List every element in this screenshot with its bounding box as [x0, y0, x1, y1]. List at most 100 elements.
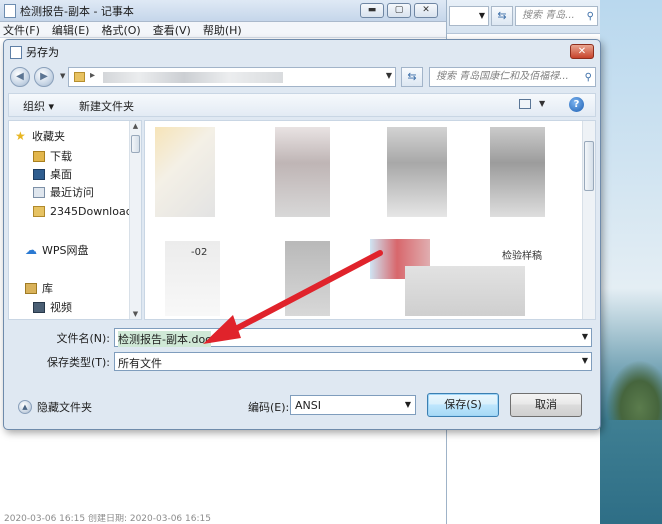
dialog-icon	[10, 45, 22, 59]
dialog-toolbar: 组织 ▾ 新建文件夹 ▼ ?	[8, 93, 596, 117]
explorer-refresh-button[interactable]: ⇆	[491, 6, 513, 26]
file-thumbnail[interactable]	[405, 266, 525, 316]
back-arrow-icon: ◀	[16, 71, 24, 82]
sidebar-item-label: 库	[42, 282, 53, 295]
organize-button[interactable]: 组织 ▾	[23, 98, 54, 114]
forward-button[interactable]: ▶	[34, 67, 54, 87]
menu-edit[interactable]: 编辑(E)	[52, 22, 90, 38]
sidebar-item-label: 2345Downloads	[50, 204, 139, 218]
blurred-path	[103, 72, 283, 83]
chevron-down-icon[interactable]: ▼	[582, 332, 588, 341]
explorer-window-strip: ▼ ⇆ 搜索 青岛... ⚲	[447, 0, 600, 34]
menu-format[interactable]: 格式(O)	[101, 22, 140, 38]
sidebar-item-favorites[interactable]: ★ 收藏夹	[15, 127, 65, 145]
desktop-background	[600, 0, 662, 524]
notepad-menubar: 文件(F) 编辑(E) 格式(O) 查看(V) 帮助(H)	[0, 22, 446, 38]
save-as-dialog: 另存为 ✕ ◀ ▶ ▼ ▸ ▼ ⇆ 搜索 青岛国康仁和及佰福禄... ⚲ 组织 …	[3, 39, 601, 430]
address-dropdown-icon[interactable]: ▼	[386, 71, 392, 80]
refresh-icon: ⇆	[497, 9, 507, 22]
dialog-titlebar: 另存为	[4, 40, 600, 64]
refresh-icon: ⇆	[407, 70, 417, 83]
file-name-label: 检验样稿	[502, 251, 542, 262]
search-placeholder: 搜索 青岛国康仁和及佰福禄...	[436, 71, 569, 82]
address-row: ◀ ▶ ▼ ▸ ▼ ⇆ 搜索 青岛国康仁和及佰福禄... ⚲	[8, 64, 596, 90]
scroll-up-icon[interactable]: ▲	[131, 122, 140, 130]
file-thumbnail[interactable]	[275, 127, 330, 217]
library-icon	[25, 282, 37, 294]
menu-help[interactable]: 帮助(H)	[203, 22, 242, 38]
encoding-select[interactable]: ANSI ▼	[290, 395, 416, 415]
chevron-down-icon: ▼	[478, 11, 485, 20]
download-folder-icon	[33, 150, 45, 162]
chevron-up-icon: ▲	[18, 400, 32, 414]
sidebar-item-label: WPS网盘	[42, 244, 89, 257]
forward-arrow-icon: ▶	[40, 71, 48, 82]
navigation-pane: ★ 收藏夹 下载 桌面 最近访问 2345Downloads ☁ WPS网盘 库	[8, 120, 142, 320]
dialog-close-button[interactable]: ✕	[570, 44, 594, 59]
sidebar-item-recent[interactable]: 最近访问	[33, 183, 94, 201]
history-dropdown-icon[interactable]: ▼	[60, 72, 65, 80]
menu-file[interactable]: 文件(F)	[3, 22, 40, 38]
scrollbar-thumb[interactable]	[131, 135, 140, 153]
search-input[interactable]: 搜索 青岛国康仁和及佰福禄... ⚲	[429, 67, 596, 87]
explorer-address-combo[interactable]: ▼	[449, 6, 489, 26]
sidebar-item-label: 视频	[50, 301, 72, 314]
menu-view[interactable]: 查看(V)	[153, 22, 191, 38]
recent-places-icon	[33, 186, 45, 198]
window-close-button[interactable]: ✕	[414, 3, 438, 18]
filename-input[interactable]: 检测报告-副本.doc ▼	[114, 328, 592, 347]
dialog-title: 另存为	[26, 46, 59, 59]
file-thumbnail[interactable]	[387, 127, 447, 217]
sidebar-item-videos[interactable]: 视频	[33, 298, 72, 316]
sidebar-item-label: 最近访问	[50, 186, 94, 199]
dialog-footer: ▲ 隐藏文件夹 编码(E): ANSI ▼ 保存(S) 取消	[8, 389, 596, 425]
new-folder-button[interactable]: 新建文件夹	[79, 98, 134, 114]
desktop-island-image	[606, 360, 662, 420]
star-icon: ★	[15, 128, 26, 143]
maximize-button[interactable]: ▢	[387, 3, 411, 18]
save-form: 文件名(N): 检测报告-副本.doc ▼ 保存类型(T): 所有文件 ▼	[8, 323, 596, 383]
refresh-button[interactable]: ⇆	[401, 67, 423, 87]
scroll-down-icon[interactable]: ▼	[131, 310, 140, 318]
back-button[interactable]: ◀	[10, 67, 30, 87]
view-dropdown-icon[interactable]: ▼	[539, 99, 545, 108]
filetype-label: 保存类型(T):	[46, 356, 110, 369]
file-list-scrollbar[interactable]	[582, 121, 595, 319]
breadcrumb-separator-icon: ▸	[90, 70, 96, 81]
file-thumbnail[interactable]	[285, 241, 330, 316]
save-button[interactable]: 保存(S)	[427, 393, 499, 417]
file-name-label: -02	[191, 247, 208, 258]
explorer-search-input[interactable]: 搜索 青岛... ⚲	[515, 6, 598, 26]
minimize-button[interactable]: ▬	[360, 3, 384, 18]
sidebar-item-label: 收藏夹	[32, 130, 65, 143]
filetype-select[interactable]: 所有文件 ▼	[114, 352, 592, 371]
sidebar-item-label: 桌面	[50, 168, 72, 181]
filename-value: 检测报告-副本.doc	[118, 331, 212, 347]
view-icon[interactable]	[519, 99, 531, 109]
navigation-scrollbar[interactable]: ▲ ▼	[129, 121, 141, 319]
sidebar-item-downloads[interactable]: 下载	[33, 147, 72, 165]
sidebar-item-2345downloads[interactable]: 2345Downloads	[33, 202, 138, 220]
hide-folders-label: 隐藏文件夹	[37, 401, 92, 414]
sidebar-item-desktop[interactable]: 桌面	[33, 165, 72, 183]
file-thumbnail[interactable]	[155, 127, 215, 217]
sidebar-item-wps-cloud[interactable]: ☁ WPS网盘	[25, 241, 89, 259]
search-icon: ⚲	[586, 11, 594, 22]
address-bar[interactable]: ▸ ▼	[68, 67, 396, 87]
file-thumbnail[interactable]	[490, 127, 545, 217]
sidebar-item-label: 下载	[50, 150, 72, 163]
help-icon[interactable]: ?	[569, 97, 584, 112]
video-icon	[33, 301, 45, 313]
scrollbar-thumb[interactable]	[584, 141, 594, 191]
file-list-pane: -02 检验样稿 4	[144, 120, 596, 320]
folder-icon	[33, 205, 45, 217]
encoding-label: 编码(E):	[248, 401, 290, 414]
sidebar-item-libraries[interactable]: 库	[25, 279, 53, 297]
explorer-search-placeholder: 搜索 青岛...	[522, 10, 575, 21]
cancel-button[interactable]: 取消	[510, 393, 582, 417]
filetype-value: 所有文件	[118, 357, 162, 370]
search-icon: ⚲	[584, 72, 592, 83]
filename-label: 文件名(N):	[56, 332, 110, 345]
hide-folders-toggle[interactable]: ▲ 隐藏文件夹	[18, 399, 92, 415]
chevron-down-icon[interactable]: ▼	[582, 356, 588, 365]
